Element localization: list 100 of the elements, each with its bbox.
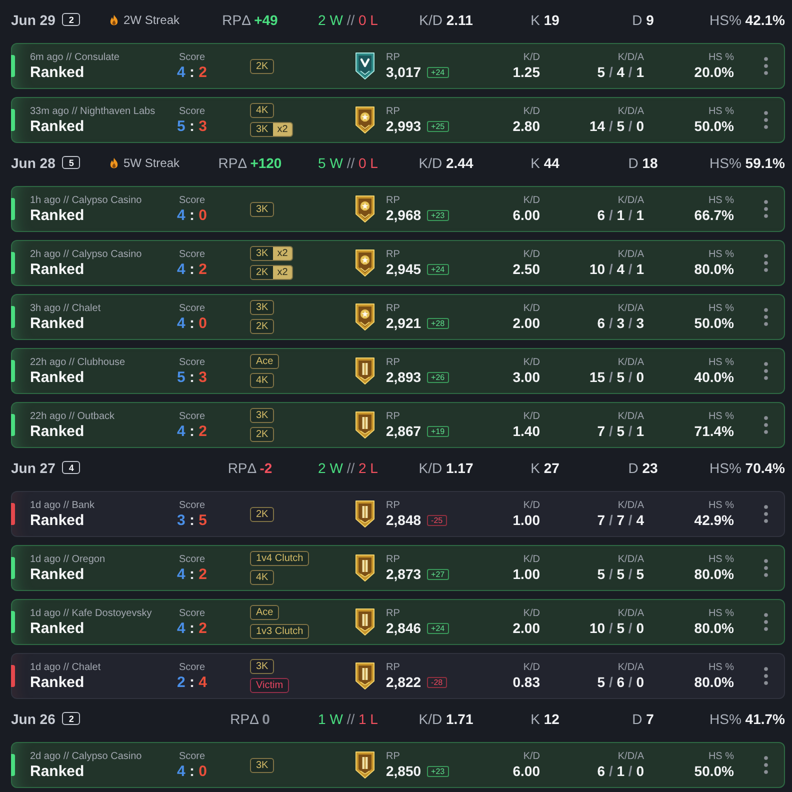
kda-label: K/D/A [618, 608, 644, 620]
multiplier-badge: x2 [273, 247, 292, 260]
kd-label: K/D [523, 608, 540, 620]
kda-label: K/D/A [618, 554, 644, 566]
day-date: Jun 28 [11, 154, 56, 170]
kills-summary: K 27 [530, 460, 560, 476]
mode-label: Ranked [30, 314, 84, 332]
match-card[interactable]: 22h ago // Clubhouse Ranked Score 5 : 3 Ace 4K RP 2,893 +26 K/D 3.00 K/D/A 15 / 5 / 0 HS % 40.0% [11, 348, 785, 394]
day-date: Jun 26 [11, 710, 56, 726]
headshot-label: HS % [708, 248, 734, 260]
shield-bar-icon [355, 662, 375, 690]
more-button[interactable] [761, 360, 771, 382]
more-icon [764, 667, 768, 685]
score-label: Score [178, 500, 206, 512]
kd-value: 1.00 [512, 566, 540, 582]
more-button[interactable] [761, 665, 771, 687]
kda-label: K/D/A [618, 52, 644, 64]
deaths-summary: D 9 [632, 12, 654, 28]
flame-icon [110, 14, 118, 26]
more-icon [764, 559, 768, 577]
headshot-label: HS % [708, 302, 734, 314]
more-button[interactable] [761, 252, 771, 274]
rp-value: 2,848 [386, 512, 422, 528]
match-card[interactable]: 1d ago // Bank Ranked Score 3 : 5 2K RP 2,848 -25 K/D 1.00 K/D/A 7 / 7 / 4 HS % 42.9% [11, 491, 785, 537]
headshot-value: 50.0% [694, 118, 734, 134]
more-icon [764, 416, 768, 434]
kda-label: K/D/A [618, 750, 644, 762]
more-button[interactable] [761, 55, 771, 77]
headshot-summary: HS% 42.1% [710, 12, 785, 28]
rp-value: 2,893 [386, 368, 422, 386]
headshot-value: 80.0% [694, 260, 734, 278]
highlight-tag: 2K [250, 319, 274, 334]
kd-summary: K/D 2.44 [418, 154, 474, 170]
match-info: 33m ago // Nighthaven Labs [30, 106, 156, 118]
more-button[interactable] [761, 306, 771, 328]
rp-label: RP [386, 52, 400, 64]
rp-change-badge: +28 [427, 318, 449, 328]
kda-value: 5 / 5 / 5 [597, 566, 644, 582]
headshot-value: 42.9% [694, 512, 734, 528]
score-value: 4 : 2 [176, 64, 208, 80]
kills-summary: K 19 [530, 12, 560, 28]
headshot-label: HS % [708, 194, 734, 206]
multiplier-badge: x2 [273, 123, 292, 136]
match-info: 1d ago // Kafe Dostoyevsky [30, 608, 152, 620]
more-button[interactable] [761, 198, 771, 220]
kd-value: 6.00 [512, 206, 540, 224]
score-label: Score [178, 194, 206, 206]
rp-change-badge: +25 [427, 120, 449, 132]
kd-value: 1.25 [512, 64, 540, 80]
headshot-label: HS % [708, 500, 734, 512]
headshot-label: HS % [708, 662, 734, 674]
score-label: Score [178, 356, 206, 368]
rp-label: RP [386, 662, 400, 674]
more-button[interactable] [761, 754, 771, 776]
rp-change-badge: +23 [427, 766, 449, 776]
match-card[interactable]: 1d ago // Chalet Ranked Score 2 : 4 3K Victim RP 2,822 -28 K/D 0.83 K/D/A 5 / 6 / 0 HS % 80.0% [11, 653, 785, 699]
deaths-summary: D 18 [628, 154, 658, 170]
match-info: 1h ago // Calypso Casino [30, 194, 142, 206]
match-card[interactable]: 22h ago // Outback Ranked Score 4 : 2 3K 2K RP 2,867 +19 K/D 1.40 K/D/A 7 / 5 / 1 HS % 71.4% [11, 402, 785, 448]
kd-label: K/D [523, 248, 540, 260]
shield-star-icon [355, 303, 375, 331]
match-card[interactable]: 2h ago // Calypso Casino Ranked Score 4 : 2 3K x2 2K x2 RP 2,945 +24 K/D 2.50 K/D/A 10 / 4 / 1 HS % 80.0% [11, 240, 785, 286]
kda-label: K/D/A [618, 410, 644, 422]
highlight-tag: 4K [250, 373, 274, 388]
more-button[interactable] [761, 557, 771, 579]
match-card[interactable]: 1d ago // Kafe Dostoyevsky Ranked Score 4 : 2 Ace 1v3 Clutch RP 2,846 +24 K/D 2.00 K/D/A 10 / 5 / 0 HS % 80.0% [11, 599, 785, 645]
match-card[interactable]: 3h ago // Chalet Ranked Score 4 : 0 3K 2K RP 2,921 +28 K/D 2.00 K/D/A 6 / 3 / 3 HS % 50.0% [11, 294, 785, 340]
kda-label: K/D/A [618, 662, 644, 674]
more-button[interactable] [761, 611, 771, 633]
tag-label: 3K [256, 124, 268, 135]
kda-value: 7 / 5 / 1 [597, 422, 644, 440]
rp-label: RP [386, 248, 400, 260]
match-info: 1d ago // Bank [30, 500, 94, 512]
highlight-tag: 2K [250, 506, 274, 522]
kd-value: 2.00 [512, 314, 540, 332]
match-card[interactable]: 33m ago // Nighthaven Labs Ranked Score 5 : 3 4K 3K x2 RP 2,993 +25 K/D 2.80 K/D/A 14 / 5 / 0 HS % 50.0% [11, 97, 785, 143]
score-label: Score [178, 554, 206, 566]
match-card[interactable]: 1d ago // Oregon Ranked Score 4 : 2 1v4 Clutch 4K RP 2,873 +27 K/D 1.00 K/D/A 5 / 5 / 5 HS % 80.0% [11, 545, 785, 591]
match-card[interactable]: 6m ago // Consulate Ranked Score 4 : 2 2K RP 3,017 +24 K/D 1.25 K/D/A 5 / 4 / 1 HS % 20.0% [11, 43, 785, 89]
kda-label: K/D/A [618, 302, 644, 314]
kd-value: 0.83 [512, 674, 540, 690]
more-button[interactable] [761, 414, 771, 436]
match-card[interactable]: 2d ago // Calypso Casino Ranked Score 4 : 0 3K RP 2,850 +23 K/D 6.00 K/D/A 6 / 1 / 0 HS % 50.0% [11, 742, 785, 788]
rp-label: RP [386, 554, 400, 566]
highlight-tag: 1v3 Clutch [250, 624, 310, 639]
more-button[interactable] [761, 109, 771, 131]
kd-value: 3.00 [512, 368, 540, 386]
score-label: Score [178, 302, 206, 314]
shield-bar-icon [355, 751, 375, 779]
rp-change-badge: +19 [427, 426, 449, 436]
highlight-tag: 2K [250, 427, 274, 442]
kd-label: K/D [523, 662, 540, 674]
match-card[interactable]: 1h ago // Calypso Casino Ranked Score 4 : 0 3K RP 2,968 +23 K/D 6.00 K/D/A 6 / 1 / 1 HS % 66.7% [11, 186, 785, 232]
tag-label: 2K [256, 267, 268, 278]
rp-label: RP [386, 608, 400, 620]
kda-label: K/D/A [618, 194, 644, 206]
penalty-tag: Victim [250, 678, 290, 693]
rp-value: 2,968 [386, 206, 422, 224]
more-icon [764, 613, 768, 631]
more-button[interactable] [761, 503, 771, 525]
